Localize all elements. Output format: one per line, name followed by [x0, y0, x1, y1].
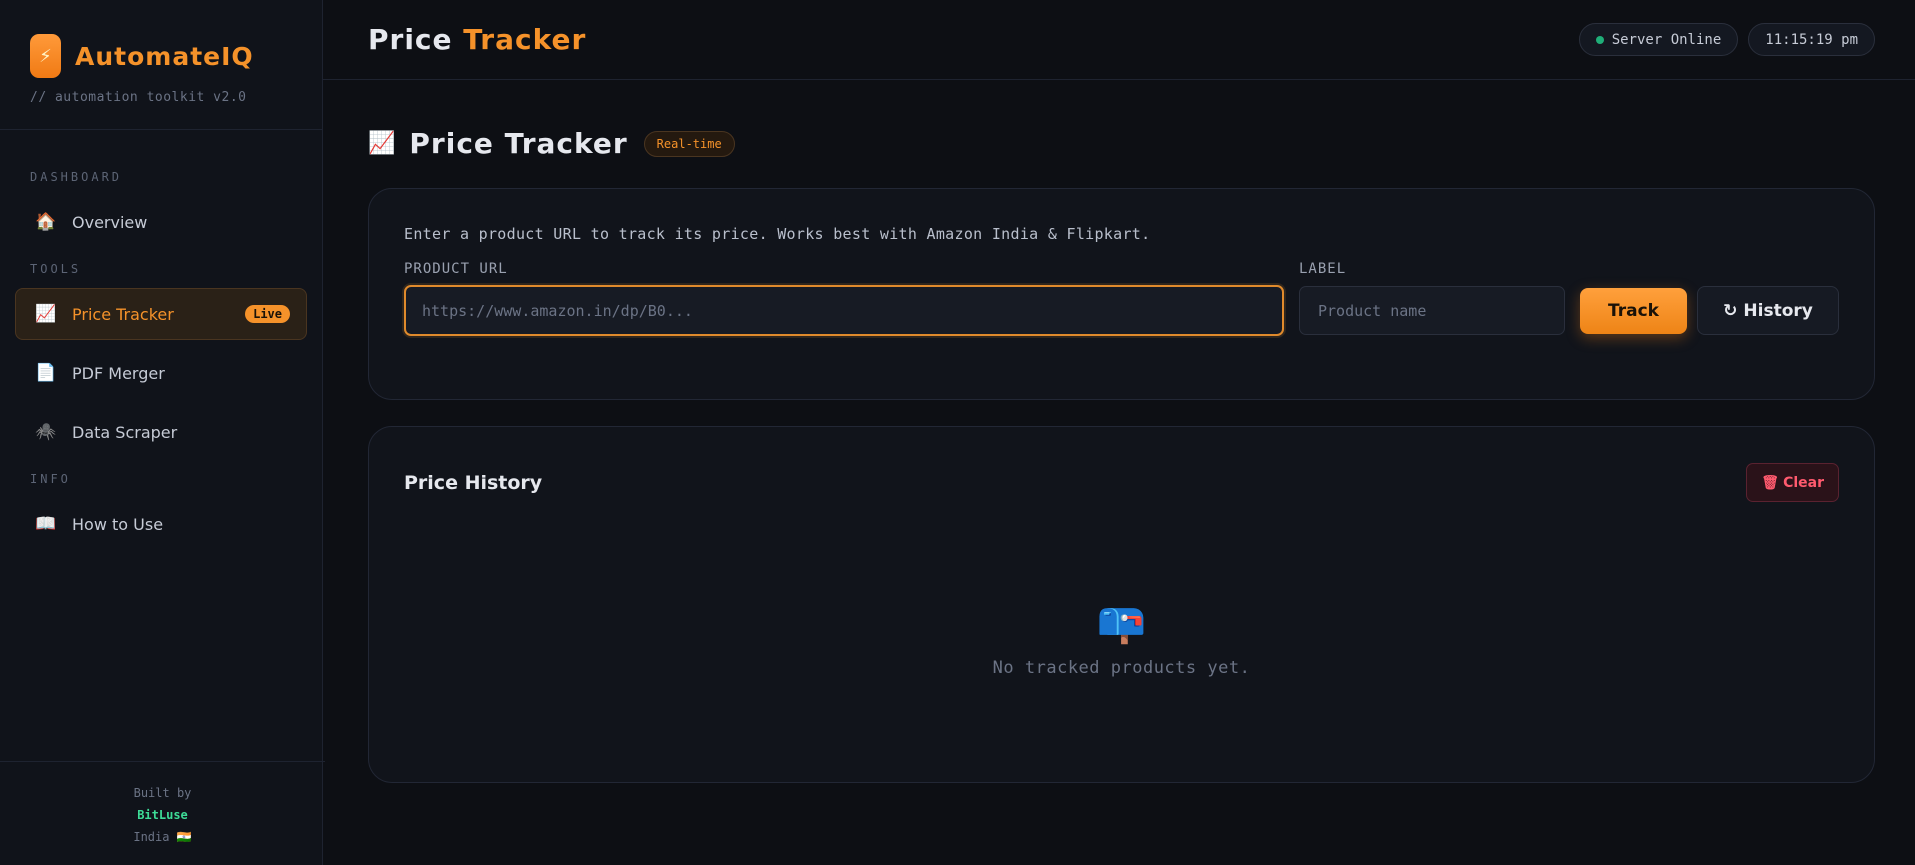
- url-label: PRODUCT URL: [404, 261, 508, 277]
- nav-section-tools: TOOLS: [30, 262, 82, 276]
- page-title: Price Tracker: [409, 127, 628, 160]
- sidebar-footer: Built by BitLuse India 🇮🇳: [0, 761, 325, 865]
- form-intro: Enter a product URL to track its price. …: [404, 225, 1151, 243]
- book-icon: 📖: [35, 514, 57, 534]
- document-icon: 📄: [35, 363, 57, 383]
- trash-icon: 🗑: [1761, 474, 1780, 491]
- refresh-icon: ↻: [1723, 300, 1738, 321]
- brand-row: ⚡ AutomateIQ: [30, 34, 322, 78]
- topbar-title: Price Tracker: [368, 23, 586, 56]
- form-row: Track ↻ History: [404, 285, 1839, 336]
- sidebar-item-how-to-use[interactable]: 📖 How to Use: [15, 498, 307, 550]
- nav-section-info: INFO: [30, 472, 71, 486]
- server-status-pill: Server Online: [1578, 23, 1739, 56]
- topbar: Price Tracker Server Online 11:15:19 pm: [323, 0, 1915, 80]
- topbar-title-main: Price: [368, 23, 464, 56]
- chart-up-icon: 📈: [368, 131, 396, 156]
- content: 📈 Price Tracker Real-time Enter a produc…: [323, 80, 1915, 783]
- history-header: Price History 🗑 Clear: [404, 463, 1839, 502]
- product-label-input[interactable]: [1299, 286, 1565, 335]
- status-dot-icon: [1595, 35, 1604, 44]
- clock-text: 11:15:19 pm: [1765, 31, 1858, 48]
- nav-section-dashboard: DASHBOARD: [30, 170, 123, 184]
- brand-subtitle: // automation toolkit v2.0: [30, 90, 247, 105]
- sidebar-item-label: How to Use: [72, 514, 164, 534]
- author-link[interactable]: BitLuse: [0, 804, 325, 826]
- home-icon: 🏠: [35, 212, 57, 232]
- sidebar-item-label: PDF Merger: [72, 363, 165, 383]
- main: Price Tracker Server Online 11:15:19 pm …: [323, 0, 1915, 865]
- clock-pill: 11:15:19 pm: [1748, 23, 1875, 56]
- live-badge: Live: [245, 305, 290, 323]
- sidebar-item-price-tracker[interactable]: 📈 Price Tracker Live: [15, 288, 307, 340]
- history-title: Price History: [404, 471, 543, 494]
- empty-state: 📪 No tracked products yet.: [369, 599, 1874, 678]
- history-button[interactable]: ↻ History: [1697, 286, 1839, 335]
- label-label: LABEL: [1299, 261, 1347, 277]
- product-url-input[interactable]: [404, 285, 1284, 336]
- brand-name[interactable]: AutomateIQ: [75, 42, 254, 71]
- sidebar-nav: DASHBOARD 🏠 Overview TOOLS 📈 Price Track…: [0, 130, 322, 557]
- clear-button[interactable]: 🗑 Clear: [1746, 463, 1839, 502]
- sidebar-item-label: Data Scraper: [72, 422, 178, 442]
- realtime-badge: Real-time: [643, 130, 735, 157]
- country-text: India 🇮🇳: [133, 830, 192, 844]
- sidebar-item-label: Overview: [72, 212, 148, 232]
- page-header: 📈 Price Tracker Real-time: [368, 127, 1875, 160]
- track-form-card: Enter a product URL to track its price. …: [368, 188, 1875, 400]
- sidebar: ⚡ AutomateIQ // automation toolkit v2.0 …: [0, 0, 325, 865]
- track-button[interactable]: Track: [1580, 287, 1687, 334]
- empty-message: No tracked products yet.: [992, 658, 1251, 678]
- mailbox-icon: 📪: [1096, 600, 1147, 646]
- topbar-status-group: Server Online 11:15:19 pm: [1578, 23, 1875, 56]
- sidebar-item-data-scraper[interactable]: 🕷️ Data Scraper: [15, 406, 307, 458]
- sidebar-item-overview[interactable]: 🏠 Overview: [15, 196, 307, 248]
- chart-up-icon: 📈: [35, 304, 57, 324]
- brand: ⚡ AutomateIQ // automation toolkit v2.0: [0, 0, 322, 130]
- topbar-title-accent: Tracker: [463, 23, 587, 56]
- spider-icon: 🕷️: [35, 422, 57, 442]
- sidebar-item-label: Price Tracker: [72, 304, 174, 324]
- form-labels: PRODUCT URL LABEL: [404, 261, 1839, 277]
- price-history-card: Price History 🗑 Clear 📪 No tracked produ…: [368, 426, 1875, 783]
- sidebar-item-pdf-merger[interactable]: 📄 PDF Merger: [15, 347, 307, 399]
- clear-button-label: Clear: [1783, 474, 1824, 491]
- app-root: ⚡ AutomateIQ // automation toolkit v2.0 …: [0, 0, 1915, 865]
- server-status-text: Server Online: [1611, 31, 1722, 48]
- history-button-label: History: [1743, 300, 1813, 321]
- lightning-icon: ⚡: [30, 34, 61, 78]
- built-by-text: Built by: [133, 786, 192, 800]
